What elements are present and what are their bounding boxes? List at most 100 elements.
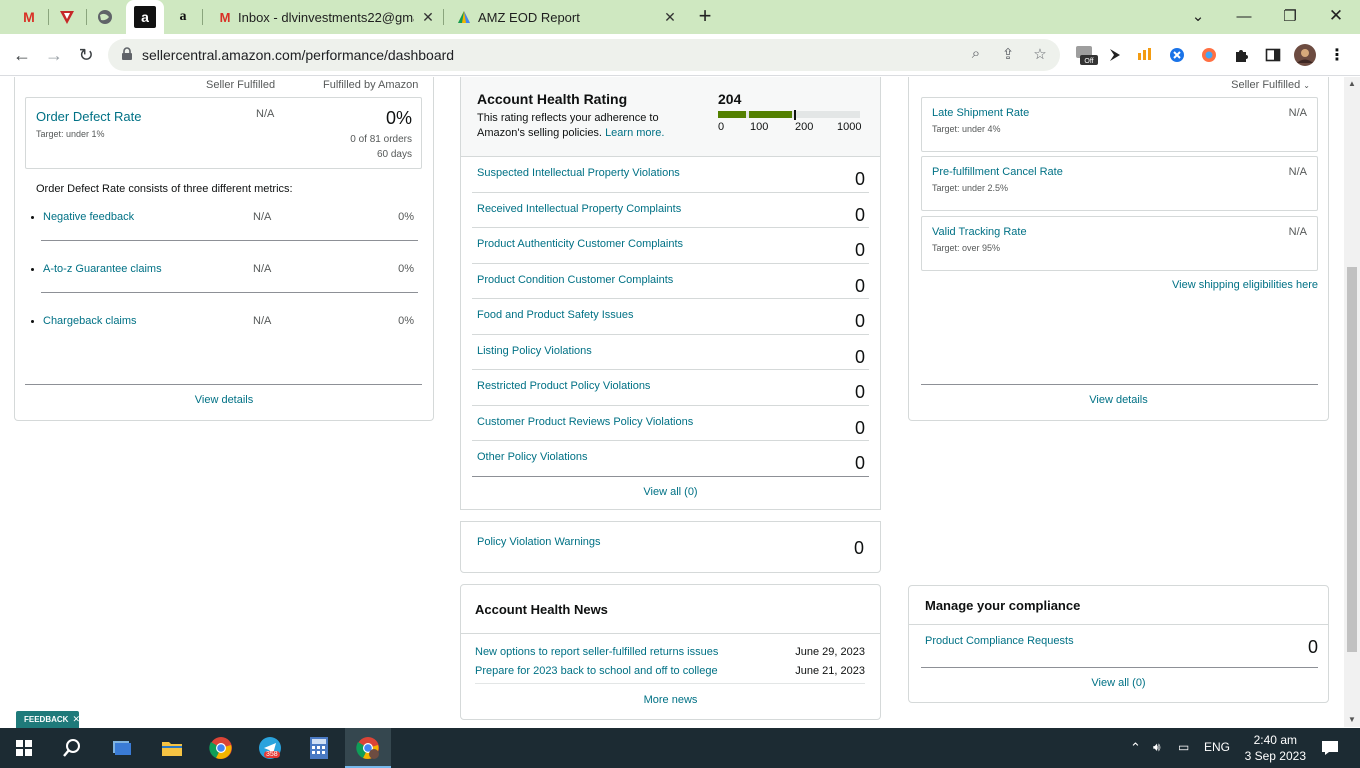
divider — [461, 633, 880, 634]
odr-fba-orders: 0 of 81 orders — [350, 134, 412, 145]
file-explorer-icon[interactable] — [158, 734, 186, 762]
minimize-button[interactable]: — — [1224, 4, 1264, 28]
odr-target: Target: under 1% — [36, 129, 105, 139]
order-defect-rate-link[interactable]: Order Defect Rate — [36, 109, 142, 124]
extension-orange-icon[interactable] — [1198, 44, 1220, 66]
feedback-button[interactable]: FEEDBACK ✕ — [16, 711, 80, 728]
valid-tracking-rate-link[interactable]: Valid Tracking Rate — [932, 226, 1027, 238]
active-tab[interactable]: a — [126, 0, 164, 34]
bookmark-star-icon[interactable]: ☆ — [1030, 45, 1050, 65]
chevron-down-icon: ⌄ — [1303, 81, 1310, 90]
close-window-button[interactable]: ✕ — [1316, 4, 1356, 28]
volume-icon[interactable]: 🔊︎ — [1153, 740, 1161, 755]
metric-seller-fulfilled-value: N/A — [253, 211, 272, 223]
fulfillment-filter-dropdown[interactable]: Seller Fulfilled ⌄ — [1231, 79, 1310, 91]
network-icon[interactable]: ▭ — [1178, 740, 1189, 754]
browser-menu-icon[interactable]: ⋮ — [1326, 44, 1348, 66]
close-icon[interactable]: ✕ — [72, 714, 80, 725]
telegram-icon[interactable]: 358 — [256, 734, 284, 762]
table-row: Product Authenticity Customer Complaints… — [472, 228, 869, 264]
profile-avatar[interactable] — [1294, 44, 1316, 66]
gmail-tab-icon[interactable]: M — [18, 6, 40, 28]
amazon-seller-icon: a — [134, 6, 156, 28]
manage-compliance-card: Manage your compliance Product Complianc… — [908, 585, 1329, 703]
violation-link[interactable]: Restricted Product Policy Violations — [477, 380, 650, 392]
learn-more-link[interactable]: Learn more. — [605, 127, 664, 139]
extensions-puzzle-icon[interactable] — [1230, 44, 1252, 66]
system-clock[interactable]: 2:40 am 3 Sep 2023 — [1245, 732, 1306, 764]
violation-count: 0 — [854, 382, 865, 402]
violation-link[interactable]: Received Intellectual Property Complaint… — [477, 203, 681, 215]
compliance-count: 0 — [1307, 637, 1318, 657]
meter-label: 0 — [718, 121, 725, 133]
policy-violation-warnings-count: 0 — [853, 538, 864, 558]
violation-link[interactable]: Product Condition Customer Complaints — [477, 274, 673, 286]
policy-violation-warnings-link[interactable]: Policy Violation Warnings — [477, 536, 601, 548]
a-to-z-claims-link[interactable]: A-to-z Guarantee claims — [43, 263, 162, 275]
scroll-up-icon[interactable]: ▲ — [1348, 79, 1356, 88]
chrome-profile-icon[interactable] — [354, 734, 382, 762]
extension-arrow-icon[interactable] — [1104, 44, 1126, 66]
back-button[interactable]: ← — [10, 43, 34, 67]
view-details-link[interactable]: View details — [909, 394, 1328, 406]
forward-button[interactable]: → — [42, 43, 66, 67]
new-tab-button[interactable]: + — [694, 5, 716, 28]
zoom-icon[interactable]: ⌕ — [966, 45, 986, 65]
page-scrollbar[interactable]: ▲ ▼ — [1344, 77, 1360, 727]
show-hidden-icons-chevron[interactable]: ⌃ — [1130, 740, 1141, 756]
windows-start-icon[interactable] — [10, 734, 38, 762]
violation-link[interactable]: Listing Policy Violations — [477, 345, 592, 357]
language-indicator[interactable]: ENG — [1204, 740, 1230, 754]
scroll-down-icon[interactable]: ▼ — [1348, 715, 1356, 724]
negative-feedback-link[interactable]: Negative feedback — [43, 211, 134, 223]
chargeback-claims-link[interactable]: Chargeback claims — [43, 315, 137, 327]
view-all-violations-link[interactable]: View all (0) — [461, 486, 880, 498]
reload-button[interactable]: ↻ — [74, 43, 98, 67]
calculator-icon[interactable] — [305, 734, 333, 762]
side-panel-icon[interactable] — [1262, 44, 1284, 66]
task-view-icon[interactable] — [108, 734, 136, 762]
violation-link[interactable]: Food and Product Safety Issues — [477, 309, 634, 321]
metric-fba-value: 0% — [398, 211, 414, 223]
tab-amz-eod-report[interactable]: AMZ EOD Report ✕ — [450, 0, 684, 34]
late-shipment-rate-link[interactable]: Late Shipment Rate — [932, 107, 1029, 119]
news-item-link[interactable]: New options to report seller-fulfilled r… — [475, 646, 718, 658]
close-tab-icon[interactable]: ✕ — [420, 9, 436, 25]
amazon-tab-icon[interactable]: a — [172, 6, 194, 28]
meter-segment — [718, 111, 746, 118]
tab-search-icon[interactable]: ⌄ — [1178, 4, 1218, 28]
globe-tab-icon[interactable] — [94, 6, 116, 28]
extension-blue-icon[interactable] — [1166, 44, 1188, 66]
list-item: Chargeback claims N/A 0% — [25, 310, 422, 362]
notification-badge: 358 — [264, 751, 280, 758]
notifications-icon[interactable] — [1316, 734, 1344, 762]
extension-off-icon[interactable]: Off — [1074, 44, 1098, 66]
news-item: New options to report seller-fulfilled r… — [475, 646, 865, 658]
amz-scout-icon[interactable] — [1134, 44, 1156, 66]
more-news-link[interactable]: More news — [461, 694, 880, 706]
pre-fulfillment-cancel-rate-link[interactable]: Pre-fulfillment Cancel Rate — [932, 166, 1063, 178]
vpn-tab-icon[interactable] — [56, 6, 78, 28]
shipping-eligibilities-link[interactable]: View shipping eligibilities here — [1172, 279, 1318, 291]
share-icon[interactable]: ⇪ — [998, 45, 1018, 65]
violation-link[interactable]: Suspected Intellectual Property Violatio… — [477, 167, 680, 179]
violation-link[interactable]: Product Authenticity Customer Complaints — [477, 238, 683, 250]
search-icon[interactable] — [58, 734, 86, 762]
violation-link[interactable]: Other Policy Violations — [477, 451, 587, 463]
view-all-compliance-link[interactable]: View all (0) — [909, 677, 1328, 689]
scrollbar-thumb[interactable] — [1347, 267, 1357, 652]
product-compliance-requests-link[interactable]: Product Compliance Requests — [925, 635, 1074, 647]
address-bar[interactable]: sellercentral.amazon.com/performance/das… — [108, 39, 1060, 71]
news-item-link[interactable]: Prepare for 2023 back to school and off … — [475, 665, 718, 677]
bullet — [31, 216, 34, 219]
chrome-icon[interactable] — [207, 734, 235, 762]
violation-count: 0 — [854, 240, 865, 260]
view-details-link[interactable]: View details — [15, 394, 433, 406]
close-tab-icon[interactable]: ✕ — [662, 9, 678, 25]
violation-link[interactable]: Customer Product Reviews Policy Violatio… — [477, 416, 693, 428]
metric-seller-fulfilled-value: N/A — [253, 315, 272, 327]
restore-button[interactable]: ❐ — [1270, 4, 1310, 28]
tab-gmail-inbox[interactable]: M Inbox - dlvinvestments22@gmail.com ✕ — [212, 0, 442, 34]
table-row: Received Intellectual Property Complaint… — [472, 193, 869, 228]
violation-count: 0 — [854, 453, 865, 473]
